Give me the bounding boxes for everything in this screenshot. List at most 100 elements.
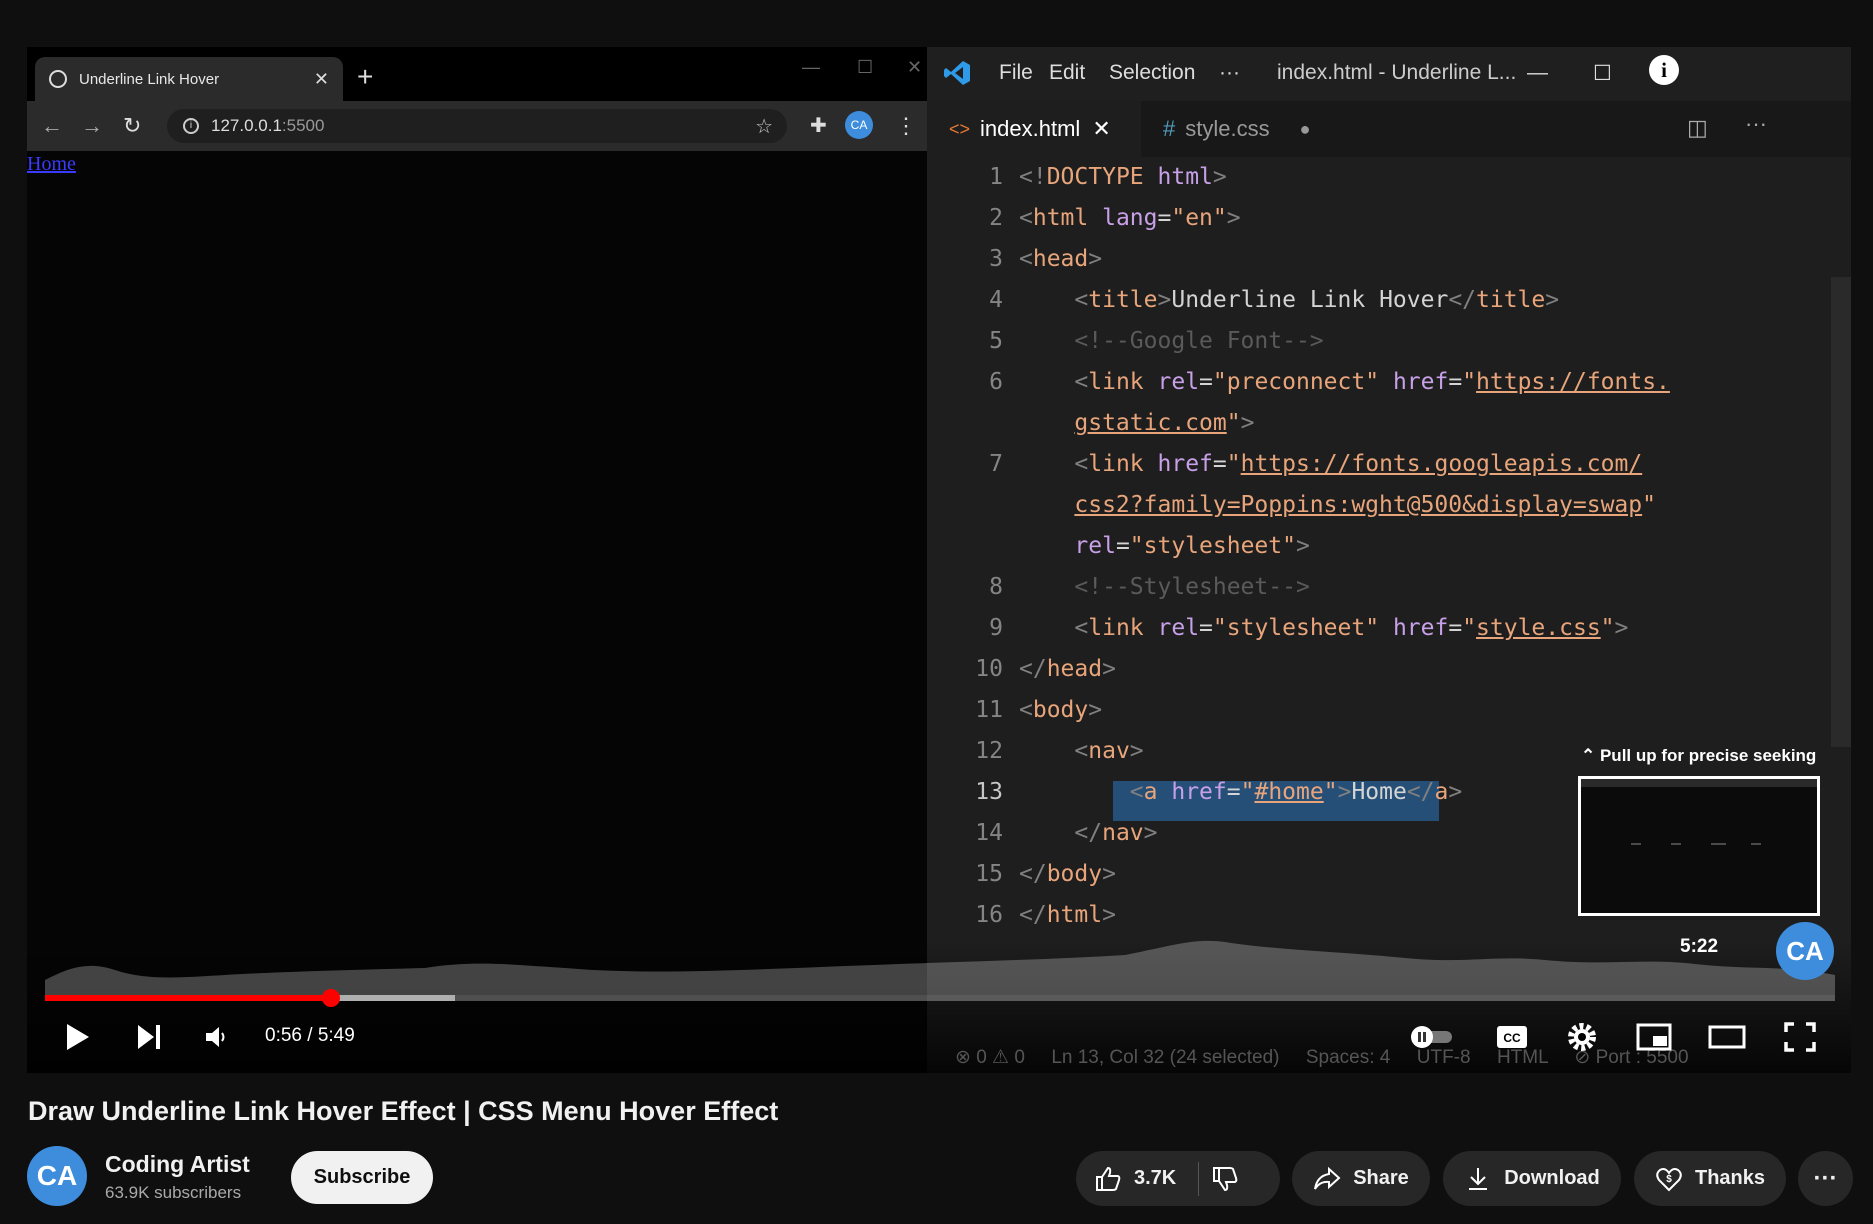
info-icon[interactable]: i bbox=[1649, 55, 1679, 85]
line-number: 13 bbox=[975, 779, 1003, 805]
profile-icon[interactable]: CA bbox=[845, 111, 873, 139]
played-bar bbox=[45, 995, 332, 1001]
line-number: 1 bbox=[989, 164, 1003, 190]
line-number: 7 bbox=[989, 451, 1003, 477]
time-display: 0:56 / 5:49 bbox=[265, 1025, 355, 1046]
reload-icon[interactable]: ↻ bbox=[123, 113, 141, 139]
most-replayed-heatmap bbox=[45, 940, 1835, 995]
minimize-icon[interactable]: — bbox=[802, 57, 820, 78]
menu-selection[interactable]: Selection bbox=[1109, 61, 1195, 85]
svg-text:$: $ bbox=[1666, 1174, 1672, 1185]
subscribe-button[interactable]: Subscribe bbox=[291, 1151, 433, 1204]
close-tab-icon[interactable]: ✕ bbox=[1092, 116, 1110, 142]
line-number: 14 bbox=[975, 820, 1003, 846]
window-title: index.html - Underline L... bbox=[1277, 61, 1517, 84]
miniplayer-icon[interactable] bbox=[1636, 1023, 1672, 1051]
line-number: 2 bbox=[989, 205, 1003, 231]
play-icon[interactable] bbox=[65, 1022, 91, 1052]
thanks-label: Thanks bbox=[1694, 1167, 1766, 1189]
channel-watermark[interactable]: CA bbox=[1776, 922, 1834, 980]
more-menu-icon[interactable]: ⋮ bbox=[895, 113, 917, 139]
editor-scrollbar[interactable] bbox=[1831, 277, 1851, 747]
channel-avatar[interactable]: CA bbox=[27, 1146, 87, 1206]
line-number: 5 bbox=[989, 328, 1003, 354]
site-info-icon[interactable]: i bbox=[183, 118, 199, 134]
back-icon[interactable]: ← bbox=[41, 113, 63, 139]
like-dislike-group: 3.7K bbox=[1076, 1151, 1280, 1206]
split-editor-icon[interactable]: ◫ bbox=[1687, 115, 1708, 141]
tab-index-html[interactable]: <> index.html ✕ bbox=[927, 101, 1141, 157]
tab-label: style.css bbox=[1185, 116, 1270, 141]
browser-tab[interactable]: Underline Link Hover ✕ bbox=[35, 57, 343, 101]
video-player[interactable]: Underline Link Hover ✕ + — ☐ ✕ ← → ↻ i 1… bbox=[27, 47, 1851, 1073]
seek-preview-thumbnail bbox=[1578, 776, 1820, 916]
menu-edit[interactable]: Edit bbox=[1049, 61, 1085, 85]
menu-file[interactable]: File bbox=[999, 61, 1033, 85]
thanks-heart-icon: $ bbox=[1656, 1167, 1682, 1191]
divider bbox=[1198, 1161, 1200, 1196]
share-button[interactable]: Share bbox=[1292, 1151, 1430, 1206]
address-bar[interactable]: i 127.0.0.1:5500 ☆ bbox=[167, 109, 787, 143]
url-host: 127.0.0.1 bbox=[211, 116, 282, 135]
download-label: Download bbox=[1504, 1167, 1600, 1189]
close-icon[interactable]: ✕ bbox=[907, 57, 922, 78]
extensions-icon[interactable]: ✚ bbox=[810, 113, 827, 138]
tab-style-css[interactable]: # style.css ● bbox=[1141, 101, 1341, 157]
minimize-icon[interactable]: — bbox=[1527, 61, 1548, 85]
menu-more[interactable]: ··· bbox=[1219, 61, 1240, 85]
volume-icon[interactable] bbox=[204, 1024, 230, 1050]
close-tab-icon[interactable]: ✕ bbox=[314, 69, 329, 90]
more-actions-icon[interactable]: ··· bbox=[1745, 111, 1767, 137]
line-number: 6 bbox=[989, 369, 1003, 395]
share-icon bbox=[1314, 1166, 1341, 1190]
thumbs-up-icon[interactable] bbox=[1094, 1165, 1122, 1193]
more-icon: ··· bbox=[1813, 1164, 1838, 1192]
next-icon[interactable] bbox=[136, 1022, 162, 1052]
fullscreen-icon[interactable] bbox=[1784, 1022, 1816, 1052]
maximize-icon[interactable]: ☐ bbox=[1593, 61, 1612, 86]
autoplay-toggle-icon[interactable] bbox=[1408, 1025, 1456, 1049]
maximize-icon[interactable]: ☐ bbox=[857, 57, 873, 78]
line-number: 11 bbox=[975, 697, 1003, 723]
preview-time: 5:22 bbox=[1680, 936, 1719, 957]
subscriber-count: 63.9K subscribers bbox=[105, 1183, 242, 1202]
vscode-title-bar: File Edit Selection ··· index.html - Und… bbox=[927, 47, 1851, 101]
svg-text:CC: CC bbox=[1503, 1031, 1521, 1045]
unsaved-dot-icon: ● bbox=[1299, 118, 1311, 139]
channel-name[interactable]: Coding Artist bbox=[105, 1151, 250, 1178]
download-icon bbox=[1469, 1167, 1488, 1190]
share-label: Share bbox=[1353, 1167, 1409, 1189]
line-number: 10 bbox=[975, 656, 1003, 682]
url-port: :5500 bbox=[281, 116, 325, 135]
browser-tab-bar: Underline Link Hover ✕ + — ☐ ✕ bbox=[27, 47, 927, 101]
line-number: 8 bbox=[989, 574, 1003, 600]
browser-window: Underline Link Hover ✕ + — ☐ ✕ ← → ↻ i 1… bbox=[27, 47, 927, 1073]
browser-tab-title: Underline Link Hover bbox=[79, 70, 220, 88]
line-number: 12 bbox=[975, 738, 1003, 764]
vscode-window: File Edit Selection ··· index.html - Und… bbox=[927, 47, 1851, 1073]
thanks-button[interactable]: $ Thanks bbox=[1634, 1151, 1786, 1206]
thumbs-down-icon[interactable] bbox=[1211, 1165, 1239, 1193]
captions-icon[interactable]: CC bbox=[1495, 1024, 1529, 1050]
editor-tabs: <> index.html ✕ # style.css ● ◫ ··· bbox=[927, 101, 1851, 157]
line-number: 4 bbox=[989, 287, 1003, 313]
home-link[interactable]: Home bbox=[27, 153, 76, 176]
tab-label: index.html bbox=[980, 116, 1081, 141]
vscode-logo-icon bbox=[944, 61, 970, 85]
preview-frame bbox=[1581, 779, 1817, 913]
line-number: 15 bbox=[975, 861, 1003, 887]
more-actions-button[interactable]: ··· bbox=[1798, 1151, 1853, 1206]
like-count[interactable]: 3.7K bbox=[1134, 1167, 1176, 1190]
theater-mode-icon[interactable] bbox=[1708, 1025, 1746, 1049]
line-number: 3 bbox=[989, 246, 1003, 272]
html-file-icon: <> bbox=[949, 118, 971, 139]
new-tab-icon[interactable]: + bbox=[357, 61, 373, 93]
forward-icon[interactable]: → bbox=[81, 113, 103, 139]
settings-gear-icon[interactable] bbox=[1566, 1021, 1598, 1053]
seek-hint: ⌃ Pull up for precise seeking bbox=[1581, 746, 1817, 765]
bookmark-star-icon[interactable]: ☆ bbox=[755, 114, 773, 139]
globe-icon bbox=[49, 70, 67, 88]
browser-toolbar: ← → ↻ i 127.0.0.1:5500 ☆ ✚ CA ⋮ bbox=[27, 101, 927, 151]
download-button[interactable]: Download bbox=[1443, 1151, 1621, 1206]
video-title: Draw Underline Link Hover Effect | CSS M… bbox=[28, 1096, 779, 1126]
